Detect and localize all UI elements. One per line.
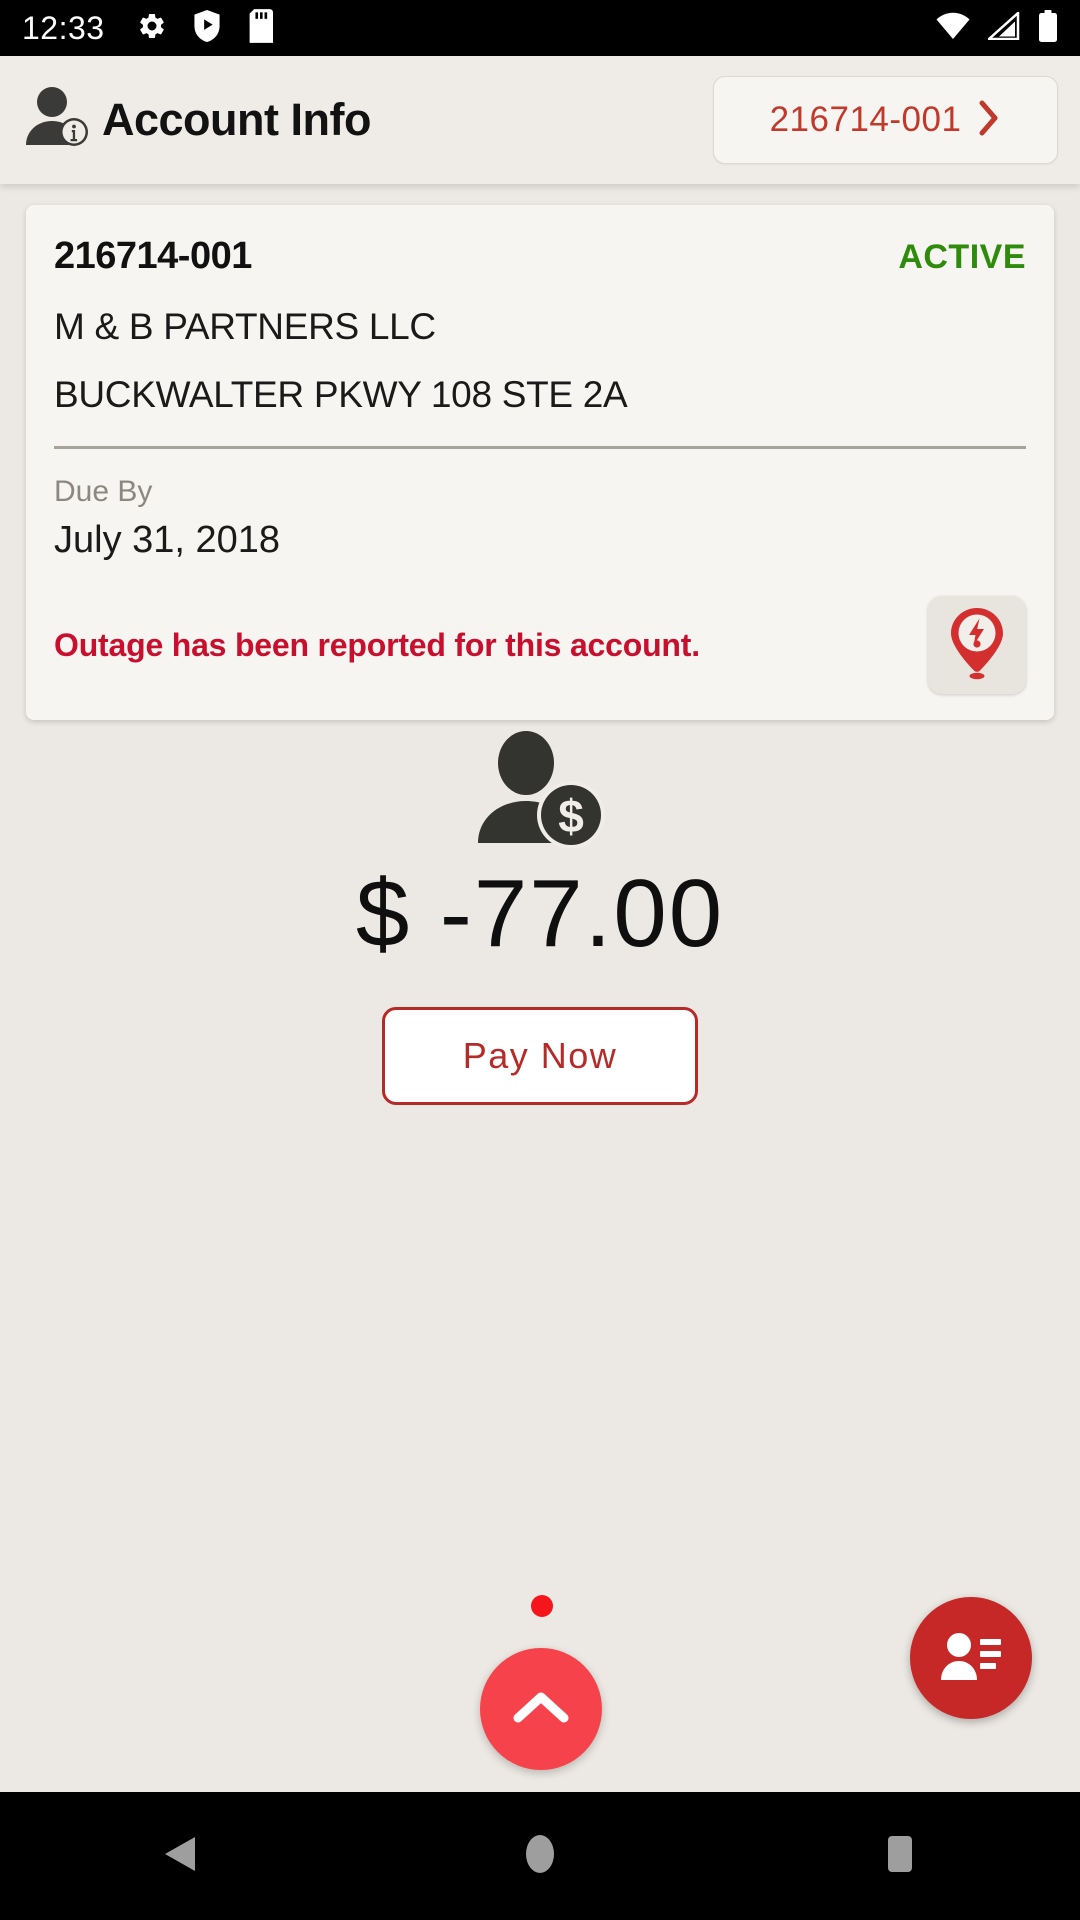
- account-selector-label: 216714-001: [769, 100, 962, 139]
- status-bar-left-icons: [137, 8, 273, 48]
- app-header-bar: Account Info 216714-001: [0, 56, 1080, 184]
- contacts-fab[interactable]: [910, 1597, 1032, 1719]
- due-by-date: July 31, 2018: [54, 519, 281, 561]
- header-title-group: Account Info: [22, 85, 371, 156]
- nav-recents-button[interactable]: [825, 1792, 975, 1920]
- home-circle-icon: [523, 1832, 557, 1881]
- pay-now-button[interactable]: Pay Now: [382, 1007, 698, 1105]
- android-nav-bar: [0, 1792, 1080, 1920]
- balance-section: $ $ -77.00 Pay Now: [0, 730, 1080, 1105]
- card-divider: [54, 446, 1026, 449]
- contact-card-icon: [940, 1630, 1002, 1687]
- person-dollar-icon: $: [474, 730, 606, 853]
- due-by-label: Due By: [54, 475, 153, 508]
- wifi-icon: [936, 12, 970, 45]
- status-bar-right-icons: [936, 9, 1058, 47]
- status-bar: 12:33: [0, 0, 1080, 56]
- chevron-up-icon: [512, 1688, 570, 1731]
- outage-map-pin-bolt-icon: [944, 606, 1010, 685]
- app-screen: 12:33 Account Info 216714-001 216714-001…: [0, 0, 1080, 1920]
- service-address: BUCKWALTER PKWY 108 STE 2A: [54, 374, 628, 415]
- scroll-up-fab[interactable]: [480, 1648, 602, 1770]
- account-balance-amount: $ -77.00: [355, 860, 725, 967]
- card-account-number: 216714-001: [54, 235, 252, 277]
- outage-alert-row: Outage has been reported for this accoun…: [54, 596, 1026, 694]
- cell-signal-icon: [985, 9, 1020, 45]
- back-triangle-icon: [163, 1835, 197, 1878]
- card-header-row: 216714-001 ACTIVE: [54, 235, 1026, 278]
- status-badge: ACTIVE: [898, 238, 1026, 276]
- status-bar-clock: 12:33: [22, 9, 105, 46]
- account-info-person-icon: [22, 85, 90, 156]
- account-selector-chip[interactable]: 216714-001: [713, 76, 1058, 164]
- nav-back-button[interactable]: [105, 1792, 255, 1920]
- customer-name: M & B PARTNERS LLC: [54, 306, 436, 347]
- chevron-right-icon: [977, 98, 1001, 143]
- battery-icon: [1038, 9, 1058, 47]
- play-protect-shield-icon: [193, 9, 221, 47]
- nav-home-button[interactable]: [465, 1792, 615, 1920]
- recents-square-icon: [883, 1832, 917, 1881]
- svg-text:$: $: [558, 790, 584, 842]
- page-title: Account Info: [102, 94, 371, 145]
- outage-alert-text: Outage has been reported for this accoun…: [54, 626, 700, 663]
- sd-card-icon: [247, 8, 273, 48]
- gear-icon: [137, 11, 167, 46]
- scroll-up-indicator-dot: [531, 1595, 553, 1617]
- pay-now-label: Pay Now: [462, 1035, 618, 1076]
- outage-report-button[interactable]: [928, 596, 1026, 694]
- account-summary-card[interactable]: 216714-001 ACTIVE M & B PARTNERS LLC BUC…: [26, 205, 1054, 720]
